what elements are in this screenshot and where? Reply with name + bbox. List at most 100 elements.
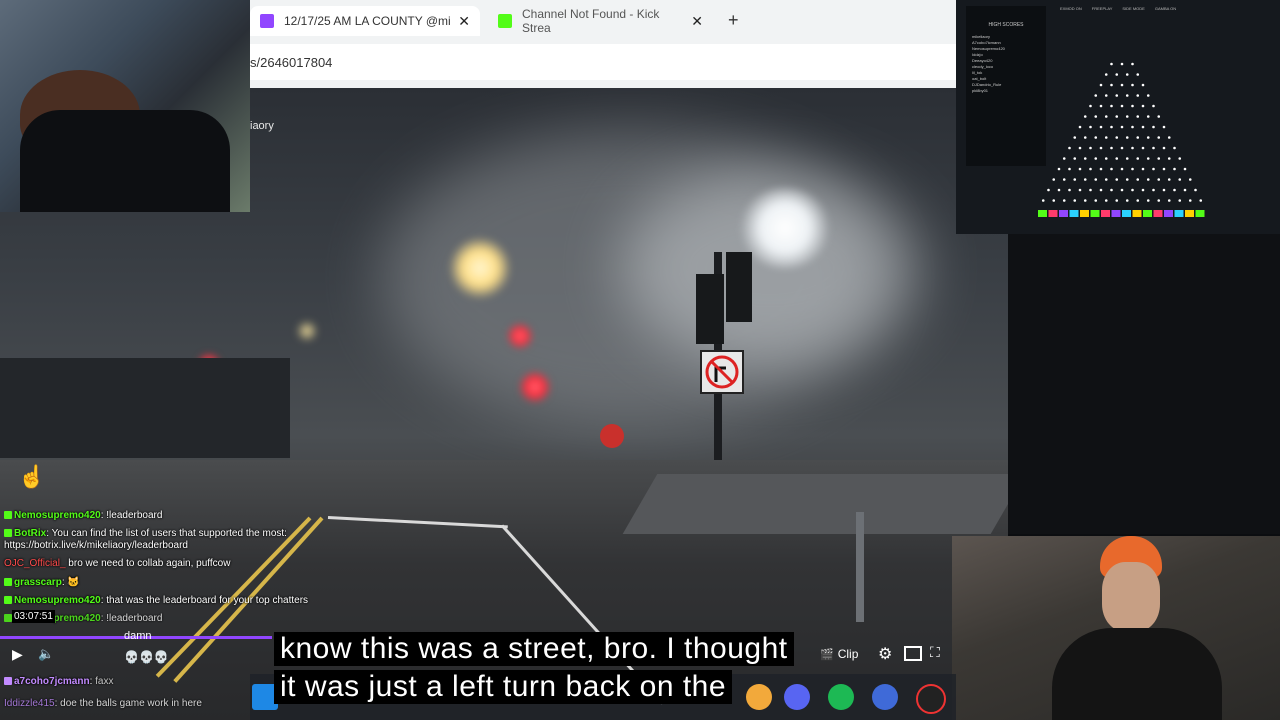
chat-user: a7coho7jcmann bbox=[14, 676, 90, 687]
settings-gear-icon[interactable]: ⚙ bbox=[878, 644, 892, 664]
app-icon[interactable] bbox=[746, 684, 772, 710]
close-icon[interactable]: ✕ bbox=[691, 13, 703, 30]
plinko-peg bbox=[1173, 146, 1176, 150]
plinko-peg bbox=[1178, 178, 1182, 181]
plinko-peg bbox=[1047, 188, 1050, 192]
plinko-peg bbox=[1167, 136, 1171, 139]
plinko-peg bbox=[1115, 115, 1119, 118]
empty-panel bbox=[1008, 234, 1280, 534]
chat-sep: : bbox=[61, 577, 65, 588]
spotify-icon[interactable] bbox=[828, 684, 854, 710]
plinko-peg bbox=[1167, 199, 1171, 202]
plinko-peg bbox=[1094, 94, 1098, 97]
chat-message: Iddizzle415: doe the balls game work in … bbox=[4, 698, 202, 710]
address-bar[interactable]: s/2646017804 bbox=[250, 44, 956, 80]
chat-sep: : bbox=[100, 510, 104, 521]
volume-icon[interactable]: 🔈 bbox=[38, 646, 54, 662]
kick-icon bbox=[498, 14, 512, 28]
plinko-peg bbox=[1110, 125, 1113, 129]
face bbox=[1102, 562, 1160, 632]
plinko-peg bbox=[1073, 157, 1077, 160]
plinko-peg bbox=[1152, 104, 1155, 108]
tab-twitch[interactable]: 12/17/25 AM LA COUNTY @mi ✕ bbox=[250, 6, 480, 36]
browser-window: 12/17/25 AM LA COUNTY @mi ✕ Channel Not … bbox=[250, 0, 956, 88]
plinko-peg bbox=[1094, 178, 1098, 181]
plinko-slot bbox=[1111, 210, 1121, 217]
plinko-peg bbox=[1146, 178, 1150, 181]
play-icon[interactable]: ▶ bbox=[12, 646, 23, 663]
discord-icon[interactable] bbox=[784, 684, 810, 710]
plinko-peg bbox=[1115, 94, 1119, 97]
flag-label: EXMOD ON bbox=[1060, 6, 1082, 11]
plinko-peg bbox=[1194, 188, 1197, 192]
page-fragment: iaory bbox=[250, 120, 274, 132]
plinko-peg bbox=[1131, 83, 1134, 87]
chat-message: BotRix: You can find the list of users t… bbox=[4, 528, 287, 540]
plinko-peg bbox=[1136, 157, 1140, 160]
plinko-slot bbox=[1069, 210, 1079, 217]
clip-label: Clip bbox=[837, 647, 859, 661]
street-light bbox=[740, 188, 830, 268]
plinko-peg bbox=[1173, 188, 1176, 192]
plinko-peg bbox=[1094, 136, 1098, 139]
fullscreen-icon[interactable]: ⛶ bbox=[930, 644, 940, 661]
plinko-peg bbox=[1152, 146, 1155, 150]
plinko-peg bbox=[1094, 199, 1098, 202]
plinko-peg bbox=[1136, 199, 1140, 202]
plinko-peg bbox=[1183, 188, 1187, 192]
obs-icon[interactable] bbox=[916, 684, 946, 714]
theatre-mode-icon[interactable] bbox=[904, 646, 922, 661]
plinko-peg bbox=[1115, 178, 1119, 181]
webcam-feed bbox=[0, 0, 250, 212]
tab-kick[interactable]: Channel Not Found - Kick Strea ✕ bbox=[488, 6, 713, 36]
chat-message: a7coho7jcmann: faxx bbox=[4, 676, 114, 688]
plinko-peg bbox=[1152, 188, 1155, 192]
chat-text: that was the leaderboard for your top ch… bbox=[106, 595, 309, 606]
chat-text: faxx bbox=[95, 676, 114, 687]
plinko-peg bbox=[1104, 94, 1108, 97]
chat-user: Iddizzle415 bbox=[4, 698, 55, 709]
emotes: 💀💀💀 bbox=[124, 650, 169, 664]
chat-text: bro we need to collab again, puffcow bbox=[68, 558, 231, 569]
plinko-peg bbox=[1157, 157, 1161, 160]
plinko-peg bbox=[1120, 167, 1124, 171]
chat-user: OJC_Official_ bbox=[4, 558, 66, 569]
plinko-peg bbox=[1131, 167, 1134, 171]
tab-label: Channel Not Found - Kick Strea bbox=[521, 7, 660, 35]
plinko-peg bbox=[1136, 115, 1140, 118]
plinko-slot bbox=[1153, 210, 1163, 217]
chat-text: !leaderboard bbox=[106, 510, 163, 521]
plinko-peg bbox=[1094, 115, 1098, 118]
chat-message: Nemosupremo420: !leaderboard bbox=[4, 510, 162, 522]
plinko-peg bbox=[1178, 157, 1182, 160]
plinko-peg bbox=[1120, 62, 1124, 66]
plinko-peg bbox=[1073, 178, 1077, 181]
plinko-peg bbox=[1110, 188, 1113, 192]
plinko-peg bbox=[1062, 178, 1066, 181]
plinko-peg bbox=[1110, 146, 1113, 150]
plinko-peg bbox=[1078, 188, 1082, 192]
plinko-peg bbox=[1162, 167, 1166, 171]
clip-button[interactable]: 🎬 Clip bbox=[820, 644, 864, 664]
plinko-peg bbox=[1089, 125, 1092, 129]
kick-badge-icon bbox=[4, 596, 12, 605]
plinko-peg bbox=[1146, 94, 1150, 97]
plinko-peg bbox=[1162, 146, 1166, 150]
plinko-peg bbox=[1110, 62, 1113, 66]
plinko-peg bbox=[1136, 94, 1140, 97]
close-icon[interactable]: ✕ bbox=[458, 13, 470, 30]
timestamp: 03:07:51 bbox=[12, 610, 55, 623]
new-tab-button[interactable]: + bbox=[728, 10, 739, 31]
chat-message: https://botrix.live/k/mikeliaory/leaderb… bbox=[4, 540, 188, 552]
plinko-peg bbox=[1104, 157, 1108, 160]
plinko-peg bbox=[1115, 73, 1119, 76]
plinko-peg bbox=[1110, 167, 1113, 171]
chat-text: !leaderboard bbox=[106, 613, 163, 624]
chat-message: grasscarp: 🐱 bbox=[4, 577, 80, 589]
subtitle-line-1: know this was a street, bro. I thought bbox=[274, 632, 794, 666]
app-icon[interactable] bbox=[872, 684, 898, 710]
plinko-peg bbox=[1120, 83, 1124, 87]
plinko-peg bbox=[1057, 167, 1061, 171]
plinko-peg bbox=[1052, 178, 1056, 181]
red-light bbox=[520, 372, 550, 402]
